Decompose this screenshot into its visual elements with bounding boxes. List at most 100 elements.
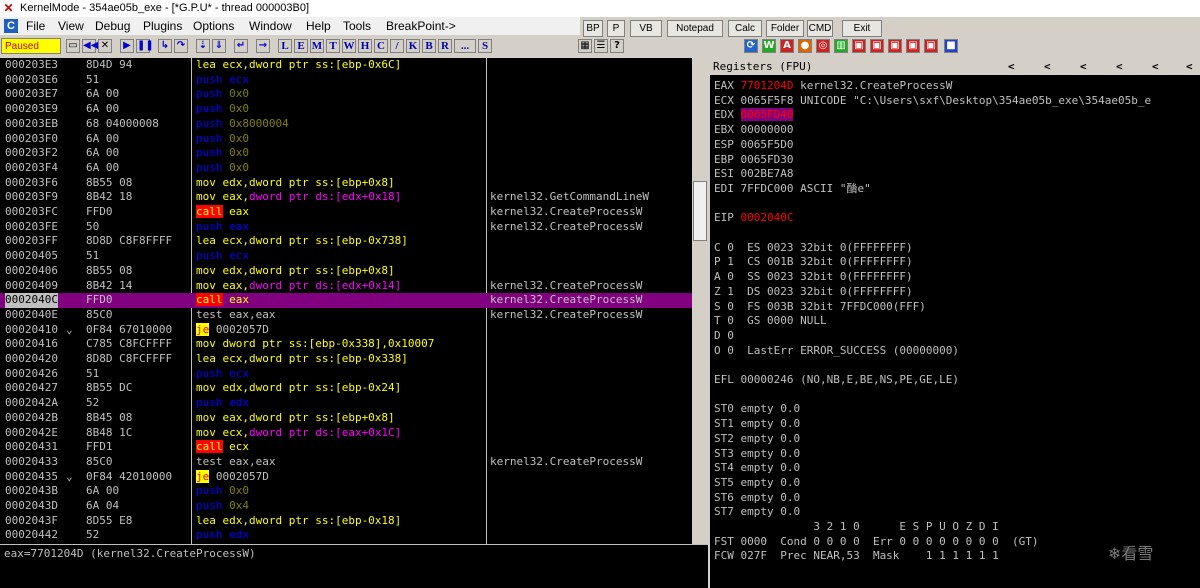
menu-breakpoint[interactable]: BreakPoint->: [386, 17, 456, 35]
disasm-row[interactable]: 00020406 8B55 08 mov edx,dword ptr ss:[ebp…: [0, 264, 692, 279]
step-into-icon[interactable]: ↳: [158, 39, 172, 53]
goto-icon[interactable]: →: [256, 39, 270, 53]
register-line[interactable]: D 0: [714, 329, 734, 344]
threads-window-icon[interactable]: T: [326, 39, 340, 53]
register-line[interactable]: EAX 7701204D kernel32.CreateProcessW: [714, 79, 952, 94]
disasm-row[interactable]: 00020427 8B55 DC mov edx,dword ptr ss:[ebp…: [0, 381, 692, 396]
prev-arrow-icon[interactable]: <: [1080, 58, 1087, 75]
prev-arrow-icon[interactable]: <: [1116, 58, 1123, 75]
disasm-row[interactable]: 00020405 51 push ecx: [0, 249, 692, 264]
exit-button[interactable]: Exit: [842, 20, 882, 37]
source-window-icon[interactable]: S: [478, 39, 492, 53]
chinese-ju-icon[interactable]: ▣: [852, 39, 866, 53]
menu-debug[interactable]: Debug: [95, 17, 130, 35]
menu-file[interactable]: File: [26, 17, 45, 35]
executables-window-icon[interactable]: E: [294, 39, 308, 53]
run-icon[interactable]: ▶: [120, 39, 134, 53]
disasm-row[interactable]: 0002042A 52 push edx: [0, 396, 692, 411]
chinese-po-icon[interactable]: ▣: [906, 39, 920, 53]
disasm-row[interactable]: 00020426 51 push ecx: [0, 367, 692, 382]
register-line[interactable]: EFL 00000246 (NO,NB,E,BE,NS,PE,GE,LE): [714, 373, 959, 388]
disasm-row[interactable]: 0002043B 6A 00 push 0x0: [0, 484, 692, 499]
disasm-row[interactable]: 000203F2 6A 00 push 0x0: [0, 146, 692, 161]
menu-options[interactable]: Options: [193, 17, 234, 35]
blue-square-icon[interactable]: ■: [944, 39, 958, 53]
pause-icon[interactable]: ❚❚: [136, 39, 154, 53]
disasm-row[interactable]: 000203FF 8D8D C8F8FFFF lea ecx,dword ptr s…: [0, 234, 692, 249]
handles-window-icon[interactable]: H: [358, 39, 372, 53]
prev-arrow-icon[interactable]: <: [1186, 58, 1193, 75]
disasm-row[interactable]: 0002042E 8B48 1C mov ecx,dword ptr ds:[eax…: [0, 426, 692, 441]
menu-view[interactable]: View: [58, 17, 84, 35]
disasm-row[interactable]: 0002043F 8D55 E8 lea edx,dword ptr ss:[ebp…: [0, 514, 692, 529]
rewind-icon[interactable]: ◀◀: [82, 39, 98, 53]
register-line[interactable]: EDI 7FFDC000 ASCII "酳e": [714, 182, 871, 197]
patches-window-icon[interactable]: /: [390, 39, 404, 53]
register-line[interactable]: ESP 0065F5D0: [714, 138, 793, 153]
target-icon[interactable]: ◎: [816, 39, 830, 53]
cpu-window-icon-tb[interactable]: C: [374, 39, 388, 53]
disasm-row[interactable]: 0002043D 6A 04 push 0x4: [0, 499, 692, 514]
log-window-icon[interactable]: L: [278, 39, 292, 53]
vb-button[interactable]: VB: [630, 20, 662, 37]
register-line[interactable]: ST6 empty 0.0: [714, 491, 800, 506]
scrollbar-thumb[interactable]: [693, 181, 707, 241]
register-line[interactable]: ST0 empty 0.0: [714, 402, 800, 417]
cmd-button[interactable]: CMD: [807, 20, 833, 37]
menu-plugins[interactable]: Plugins: [143, 17, 182, 35]
disasm-row[interactable]: 00020433 85C0 test eax,eax kernel32.CreateP…: [0, 455, 692, 470]
chart-icon[interactable]: ▥: [834, 39, 848, 53]
disasm-row[interactable]: 000203F9 8B42 18 mov eax,dword ptr ds:[edx…: [0, 190, 692, 205]
disasm-row[interactable]: 00020435 ⌄ 0F84 42010000 je 0002057D: [0, 469, 692, 485]
notepad-button[interactable]: Notepad: [667, 20, 723, 37]
registers-pane[interactable]: Registers (FPU) < < < < < < EAX 7701204D…: [710, 58, 1200, 588]
register-line[interactable]: ST7 empty 0.0: [714, 505, 800, 520]
disasm-row[interactable]: 00020442 52 push edx: [0, 528, 692, 543]
disasm-row[interactable]: 00020431 FFD1 call ecx: [0, 440, 692, 455]
register-line[interactable]: ST3 empty 0.0: [714, 447, 800, 462]
grid-icon[interactable]: ▦: [578, 39, 592, 53]
prev-arrow-icon[interactable]: <: [1152, 58, 1159, 75]
close-process-icon[interactable]: ✕: [98, 39, 112, 53]
disasm-row[interactable]: 0002042B 8B45 08 mov eax,dword ptr ss:[ebp…: [0, 411, 692, 426]
trace-over-icon[interactable]: ⇓: [212, 39, 226, 53]
disassembly-pane[interactable]: 000203E3 8D4D 94 lea ecx,dword ptr ss:[ebp…: [0, 58, 692, 544]
prev-arrow-icon[interactable]: <: [1008, 58, 1015, 75]
disasm-row[interactable]: 000203F0 6A 00 push 0x0: [0, 132, 692, 147]
execute-till-return-icon[interactable]: ↵: [234, 39, 248, 53]
register-line[interactable]: ST4 empty 0.0: [714, 461, 800, 476]
cpu-window-icon[interactable]: C: [4, 19, 18, 33]
register-line[interactable]: C 0 ES 0023 32bit 0(FFFFFFFF): [714, 241, 913, 256]
register-line[interactable]: ST2 empty 0.0: [714, 432, 800, 447]
register-line[interactable]: S 0 FS 003B 32bit 7FFDC000(FFF): [714, 300, 926, 315]
register-line[interactable]: P 1 CS 001B 32bit 0(FFFFFFFF): [714, 255, 913, 270]
menu-tools[interactable]: Tools: [343, 17, 371, 35]
register-line[interactable]: Z 1 DS 0023 32bit 0(FFFFFFFF): [714, 285, 913, 300]
disasm-row[interactable]: 000203E6 51 push ecx: [0, 73, 692, 88]
disassembly-scrollbar[interactable]: [692, 58, 708, 544]
register-line[interactable]: O 0 LastErr ERROR_SUCCESS (00000000): [714, 344, 959, 359]
references-window-icon[interactable]: R: [438, 39, 452, 53]
folder-button[interactable]: Folder: [766, 20, 804, 37]
chinese-ai-icon[interactable]: ▣: [888, 39, 902, 53]
register-line[interactable]: ESI 002BE7A8: [714, 167, 793, 182]
chinese-jie-icon[interactable]: ▣: [924, 39, 938, 53]
disasm-row[interactable]: 000203FC FFD0 call eax kernel32.CreateProce…: [0, 205, 692, 220]
disasm-row[interactable]: 00020410 ⌄ 0F84 67010000 je 0002057D: [0, 322, 692, 338]
disasm-row[interactable]: 000203F4 6A 00 push 0x0: [0, 161, 692, 176]
register-line[interactable]: 3 2 1 0 E S P U O Z D I: [714, 520, 998, 535]
disasm-row[interactable]: 0002040E 85C0 test eax,eax kernel32.CreateP…: [0, 308, 692, 323]
circle-icon[interactable]: ●: [798, 39, 812, 53]
prev-arrow-icon[interactable]: <: [1044, 58, 1051, 75]
register-line[interactable]: A 0 SS 0023 32bit 0(FFFFFFFF): [714, 270, 913, 285]
step-over-icon[interactable]: ↷: [174, 39, 188, 53]
breakpoints-window-icon[interactable]: B: [422, 39, 436, 53]
register-line[interactable]: ECX 0065F5F8 UNICODE "C:\Users\sxf\Deskt…: [714, 94, 1151, 109]
disasm-row[interactable]: 000203E3 8D4D 94 lea ecx,dword ptr ss:[ebp…: [0, 58, 692, 73]
bp-button[interactable]: BP: [583, 20, 603, 37]
registers-header[interactable]: Registers (FPU) < < < < < <: [710, 58, 1200, 75]
window-icon[interactable]: W: [762, 39, 776, 53]
register-line[interactable]: ST1 empty 0.0: [714, 417, 800, 432]
menu-window[interactable]: Window: [249, 17, 292, 35]
register-line[interactable]: FST 0000 Cond 0 0 0 0 Err 0 0 0 0 0 0 0 …: [714, 535, 1039, 550]
